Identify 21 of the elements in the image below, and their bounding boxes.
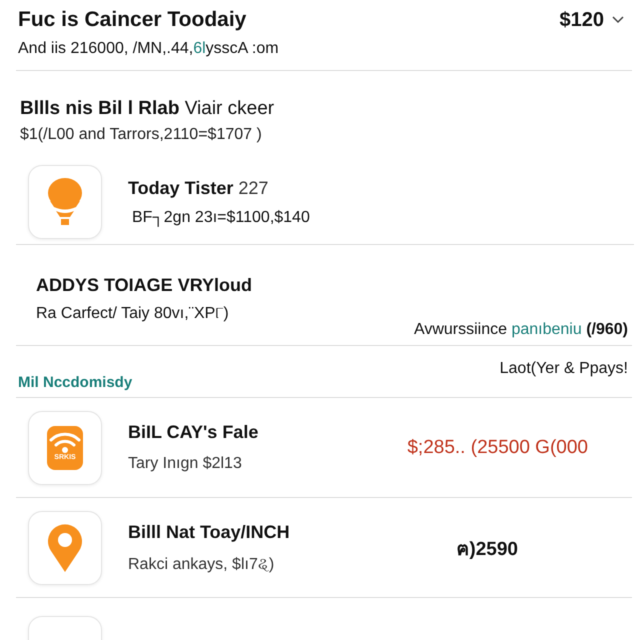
bill-amount: ฅ)2590 — [456, 538, 518, 562]
section-link[interactable]: Laot(Yer & Ppays! — [500, 360, 628, 378]
summary-title: Bllls nis Bil l Rlab Viair ckeer — [20, 98, 276, 120]
map-pin-icon — [47, 522, 83, 572]
section-title: Mil Nccdomisdy — [18, 374, 132, 391]
bill-detail: Tary Inıgn $2l13 — [128, 455, 243, 473]
notice-detail: Ra Carfect/ Taiy 80vı,¨XP୮) — [36, 304, 230, 323]
bill-title: BiIL CAY's Fale — [128, 422, 260, 443]
subtitle-text: And iis 216000, /MN,.44,6lysscA :om — [18, 40, 280, 58]
amount-dropdown[interactable]: $120 — [560, 8, 624, 32]
notice-title: ADDYS TOIAGE VRYloud — [36, 275, 254, 296]
notice-note: Avwurssiince panıbeniu (/960) — [412, 321, 628, 339]
item-detail: BF┐2gn 23ı=$1100,$140 — [131, 208, 311, 226]
page-title: Fuc is Caincer Toodaiy — [18, 8, 246, 32]
chevron-down-icon — [612, 16, 624, 24]
balloon-icon — [46, 177, 84, 227]
bill-title: Billl Nat Toay/INCH — [128, 522, 291, 542]
bill-detail: Rakci ankays, $lı7ୡ) — [128, 554, 276, 574]
item-title: Today Tister 227 — [128, 178, 270, 198]
summary-detail: $1(/L00 and Tarrors,2110=$1707 ) — [20, 126, 263, 144]
bill-amount: $;285.. (25500 G(000 — [407, 436, 588, 458]
